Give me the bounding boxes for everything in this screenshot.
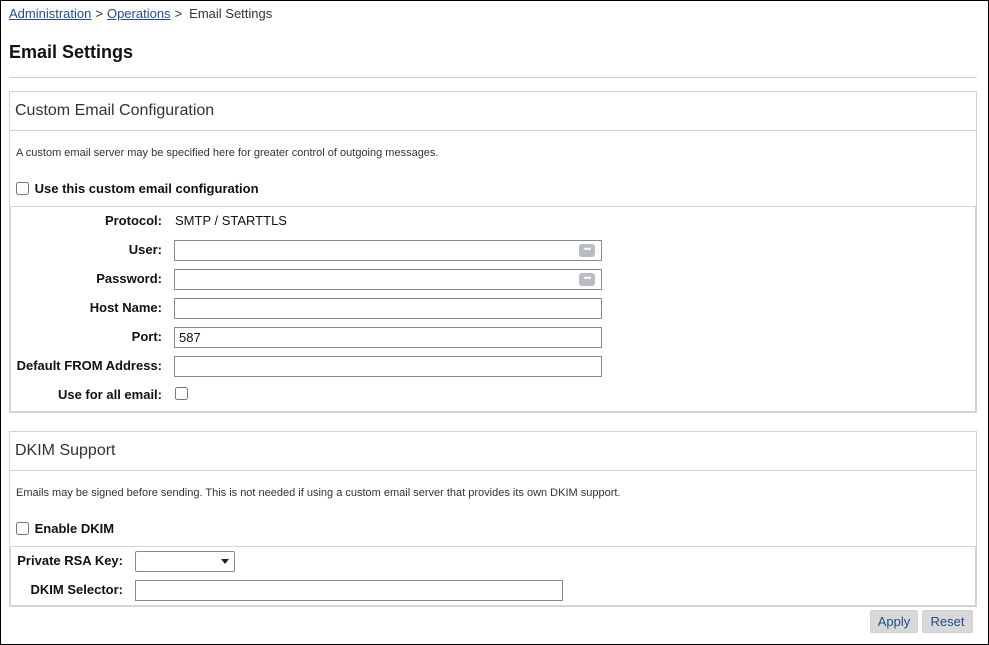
use-custom-config-label: Use this custom email configuration [34,181,259,196]
protocol-label: Protocol: [104,213,162,228]
use-custom-config-checkbox[interactable] [16,182,29,195]
custom-email-description: A custom email server may be specified h… [16,147,439,159]
enable-dkim-checkbox[interactable] [16,522,29,535]
chevron-down-icon [221,559,229,564]
breadcrumb-separator: > [95,6,103,21]
title-divider [9,77,977,78]
password-input[interactable] [174,269,602,290]
port-label: Port: [131,329,162,344]
rsa-key-label: Private RSA Key: [17,553,123,568]
user-input[interactable] [174,240,602,261]
dkim-panel-title: DKIM Support [10,432,976,471]
use-for-all-label: Use for all email: [57,387,162,402]
enable-dkim-option: Enable DKIM [16,521,114,536]
reset-button[interactable]: Reset [922,610,973,633]
custom-email-panel: Custom Email Configuration A custom emai… [9,91,977,413]
enable-dkim-label: Enable DKIM [34,521,115,536]
dkim-selector-input[interactable] [135,580,563,601]
protocol-value: SMTP / STARTTLS [175,213,287,228]
password-label: Password: [96,271,162,286]
use-for-all-checkbox[interactable] [175,387,188,400]
user-label: User: [128,242,162,257]
custom-email-panel-title: Custom Email Configuration [10,92,976,131]
settings-page: Administration > Operations > Email Settings… [0,0,989,645]
from-address-input[interactable] [174,356,602,377]
breadcrumb-separator: > [174,6,183,21]
host-name-input[interactable] [174,298,602,319]
custom-email-fields: Protocol: SMTP / STARTTLS User: ••• Pass… [10,206,976,412]
password-manager-icon[interactable]: ••• [579,273,595,286]
dkim-panel: DKIM Support Emails may be signed before… [9,431,977,607]
breadcrumb-current: Email Settings [189,6,273,21]
breadcrumb-administration[interactable]: Administration [9,6,91,21]
dkim-selector-label: DKIM Selector: [30,582,123,597]
from-address-label: Default FROM Address: [16,358,162,373]
password-manager-icon[interactable]: ••• [579,244,595,257]
breadcrumb-operations[interactable]: Operations [107,6,171,21]
use-custom-config-option: Use this custom email configuration [16,181,259,196]
port-input[interactable]: 587 [174,327,602,348]
page-title: Email Settings [9,42,134,62]
breadcrumb: Administration > Operations > Email Settings [9,6,272,21]
dkim-fields: Private RSA Key: DKIM Selector: [10,546,976,606]
host-name-label: Host Name: [89,300,162,315]
dkim-description: Emails may be signed before sending. Thi… [16,487,621,499]
rsa-key-select[interactable] [135,551,235,572]
apply-button[interactable]: Apply [870,610,918,633]
